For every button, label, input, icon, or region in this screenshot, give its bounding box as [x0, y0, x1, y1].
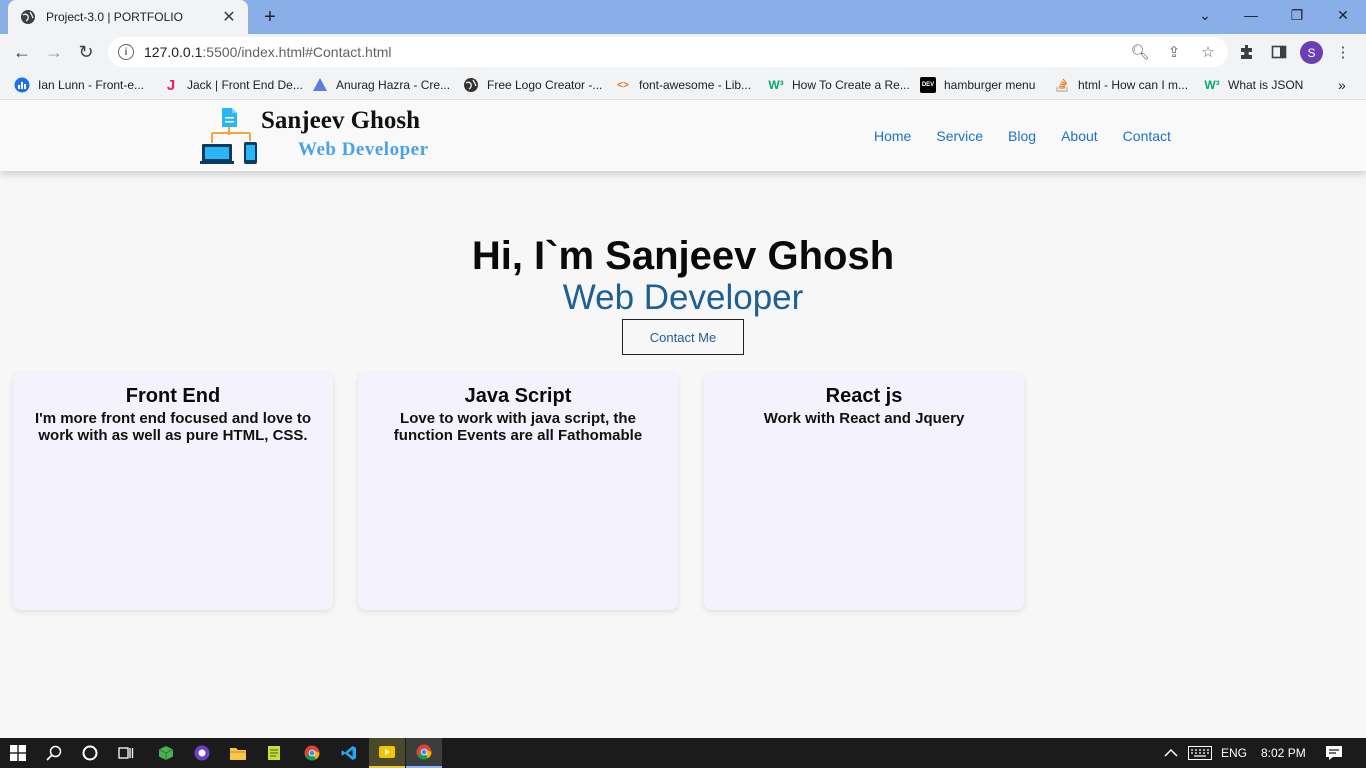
chrome-icon[interactable] — [294, 738, 330, 768]
forward-button[interactable]: → — [41, 39, 67, 65]
bookmark-label: Anurag Hazra - Cre... — [336, 78, 451, 92]
browser-toolbar: ← → ↻ i 127.0.0.1:5500/index.html#Contac… — [0, 34, 1366, 70]
chrome-active-icon[interactable] — [406, 738, 442, 768]
bookmark-item[interactable]: Free Logo Creator -... — [463, 76, 602, 94]
chevron-up-icon[interactable] — [1164, 738, 1178, 768]
search-icon[interactable] — [36, 738, 72, 768]
share-icon[interactable]: ⇪ — [1164, 42, 1184, 62]
service-card: Front End I'm more front end focused and… — [13, 372, 333, 610]
bookmark-label: Jack | Front End De... — [187, 78, 303, 92]
hero-subtitle: Web Developer — [562, 278, 804, 317]
bookmark-item[interactable]: <> font-awesome - Lib... — [615, 76, 751, 94]
bookmark-item[interactable]: Anurag Hazra - Cre... — [312, 76, 450, 94]
j-icon: J — [166, 76, 176, 94]
url-path: :5500/index.html#Contact.html — [202, 44, 392, 60]
bookmarks-bar: Ian Lunn - Front-e... J Jack | Front End… — [0, 70, 1366, 100]
card-text: I'm more front end focused and love to w… — [34, 410, 312, 444]
extensions-icon[interactable] — [1236, 41, 1258, 63]
bookmark-label: How To Create a Re... — [792, 78, 910, 92]
profile-avatar[interactable]: S — [1300, 41, 1323, 64]
tab-title: Project-3.0 | PORTFOLIO — [46, 10, 183, 24]
restore-button[interactable]: ❐ — [1274, 0, 1320, 30]
service-card: React js Work with React and Jquery — [704, 372, 1024, 610]
notepad-icon[interactable] — [256, 738, 292, 768]
bookmark-label: hamburger menu — [944, 78, 1036, 92]
site-header: Sanjeev Ghosh Web Developer Home Service… — [0, 101, 1366, 171]
dev-icon: DEV — [920, 77, 936, 93]
notifications-icon[interactable] — [1325, 738, 1343, 768]
hero-title: Hi, I`m Sanjeev Ghosh — [471, 234, 895, 278]
globe-icon — [20, 9, 36, 25]
new-tab-button[interactable]: + — [258, 6, 282, 28]
stack-icon — [1054, 77, 1070, 93]
logo-role: Web Developer — [298, 139, 429, 160]
address-bar[interactable]: i 127.0.0.1:5500/index.html#Contact.html… — [108, 37, 1228, 67]
browser-titlebar: Project-3.0 | PORTFOLIO ✕ + ⌄ — ❐ ✕ — [0, 0, 1366, 34]
nav-home[interactable]: Home — [874, 128, 911, 144]
bookmark-label: Free Logo Creator -... — [487, 78, 603, 92]
nav-contact[interactable]: Contact — [1123, 128, 1171, 144]
media-player-icon[interactable] — [369, 738, 405, 768]
bookmark-item[interactable]: W³ What is JSON — [1204, 76, 1303, 94]
main-nav: Home Service Blog About Contact — [874, 128, 1171, 144]
nav-blog[interactable]: Blog — [1008, 128, 1036, 144]
card-title: Front End — [125, 385, 221, 407]
keyboard-icon[interactable] — [1188, 738, 1212, 768]
bookmark-label: html - How can I m... — [1078, 78, 1189, 92]
bookmark-item[interactable]: DEV hamburger menu — [920, 76, 1035, 94]
file-explorer-icon[interactable] — [220, 738, 256, 768]
bookmark-item[interactable]: J Jack | Front End De... — [163, 76, 303, 94]
card-text: Work with React and Jquery — [763, 410, 965, 427]
url-host: 127.0.0.1 — [144, 44, 203, 60]
logo-name: Sanjeev Ghosh — [261, 107, 421, 134]
card-title: React js — [825, 385, 903, 407]
app-cube-icon[interactable] — [148, 738, 184, 768]
language-indicator[interactable]: ENG — [1221, 738, 1247, 768]
vscode-icon[interactable] — [331, 738, 367, 768]
chart-icon — [14, 77, 30, 93]
menu-dots-icon[interactable]: ⋮ — [1332, 41, 1354, 63]
w3-icon: W³ — [1204, 78, 1220, 92]
code-icon: <> — [617, 79, 629, 91]
reload-button[interactable]: ↻ — [73, 39, 99, 65]
web-page: Sanjeev Ghosh Web Developer Home Service… — [0, 101, 1366, 738]
logo-devices-icon[interactable] — [200, 106, 260, 166]
bookmark-item[interactable]: html - How can I m... — [1054, 76, 1188, 94]
bookmark-item[interactable]: W³ How To Create a Re... — [768, 76, 910, 94]
w3-icon: W³ — [768, 78, 784, 92]
more-bookmarks-icon[interactable]: » — [1338, 76, 1346, 94]
github-desktop-icon[interactable] — [184, 738, 220, 768]
nav-service[interactable]: Service — [936, 128, 983, 144]
browser-tab[interactable]: Project-3.0 | PORTFOLIO ✕ — [8, 0, 248, 34]
zoom-icon[interactable]: 🔍︎ — [1130, 42, 1150, 62]
close-tab-icon[interactable]: ✕ — [220, 8, 238, 26]
bookmark-label: What is JSON — [1228, 78, 1304, 92]
windows-start-icon[interactable] — [0, 738, 36, 768]
bookmark-star-icon[interactable]: ☆ — [1198, 42, 1218, 62]
taskbar: ENG 8:02 PM — [0, 738, 1366, 768]
card-text: Love to work with java script, the funct… — [393, 410, 643, 444]
triangle-icon — [312, 77, 328, 93]
bookmark-label: Ian Lunn - Front-e... — [38, 78, 145, 92]
close-window-button[interactable]: ✕ — [1320, 0, 1366, 30]
bookmark-item[interactable]: Ian Lunn - Front-e... — [14, 76, 144, 94]
back-button[interactable]: ← — [9, 39, 35, 65]
minimize-button[interactable]: — — [1228, 0, 1274, 30]
cortana-icon[interactable] — [72, 738, 108, 768]
side-panel-icon[interactable] — [1268, 41, 1290, 63]
nav-about[interactable]: About — [1061, 128, 1098, 144]
globe-icon — [463, 77, 479, 93]
tab-search-icon[interactable]: ⌄ — [1182, 0, 1228, 30]
service-card: Java Script Love to work with java scrip… — [358, 372, 678, 610]
bookmark-label: font-awesome - Lib... — [639, 78, 752, 92]
card-title: Java Script — [464, 385, 572, 407]
clock[interactable]: 8:02 PM — [1261, 738, 1306, 768]
task-view-icon[interactable] — [108, 738, 144, 768]
site-info-icon[interactable]: i — [118, 44, 134, 60]
contact-me-button[interactable]: Contact Me — [622, 319, 744, 355]
